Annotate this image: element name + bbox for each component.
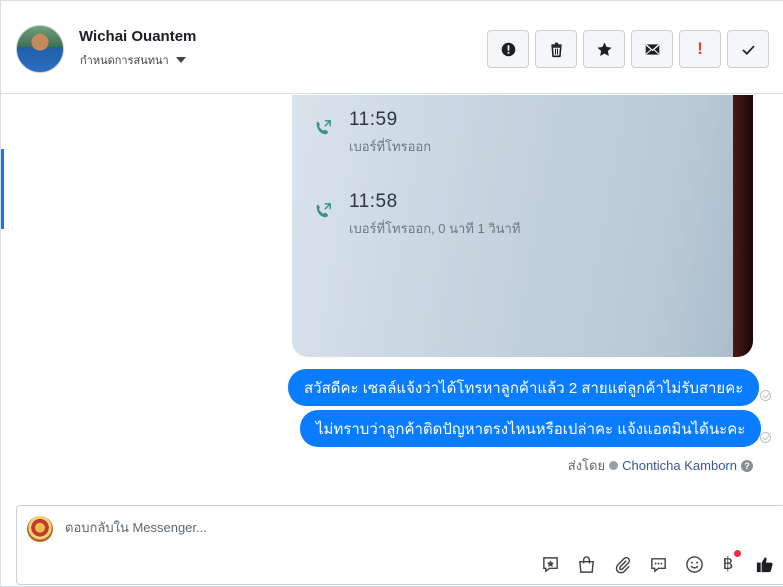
assign-conversation-label: กำหนดการสนทนา — [80, 55, 169, 67]
thumbs-up-icon — [756, 556, 773, 572]
mark-unread-button[interactable] — [631, 30, 673, 68]
star-icon — [596, 42, 612, 56]
outgoing-call-icon — [316, 203, 331, 218]
contact-name[interactable]: Wichai Ouantem — [79, 28, 196, 45]
caret-down-icon — [175, 57, 186, 63]
messenger-conversation: Wichai Ouantem กำหนดการสนทนา ! 11:59 เบอ… — [0, 0, 783, 587]
shop-button[interactable] — [575, 553, 597, 575]
assign-conversation-dropdown[interactable]: กำหนดการสนทนา — [80, 51, 186, 69]
envelope-icon — [645, 43, 659, 55]
paperclip-icon — [615, 556, 630, 573]
payment-button[interactable]: ฿ — [717, 550, 741, 575]
call-description: เบอร์ที่โทรออก, 0 นาที 1 วินาที — [349, 221, 521, 236]
send-like-button[interactable] — [753, 553, 775, 575]
call-time: 11:58 — [349, 191, 398, 212]
call-time: 11:59 — [349, 109, 398, 130]
scroll-indicator — [1, 149, 4, 229]
quick-reply-button[interactable] — [647, 553, 669, 575]
emoji-button[interactable] — [683, 553, 705, 575]
reply-input[interactable] — [65, 520, 665, 535]
photo-edge — [733, 95, 753, 357]
trash-icon — [550, 42, 562, 57]
sent-by-line: ส่งโดย Chonticha Kamborn ? — [568, 455, 753, 476]
mark-spam-button[interactable] — [487, 30, 529, 68]
conversation-header: Wichai Ouantem กำหนดการสนทนา ! — [1, 1, 783, 94]
verified-icon — [609, 461, 619, 470]
reply-composer: ฿ — [16, 505, 783, 585]
sent-by-prefix: ส่งโดย — [567, 458, 606, 473]
mark-done-button[interactable] — [727, 30, 769, 68]
alert-circle-icon — [501, 42, 515, 56]
attach-file-button[interactable] — [611, 553, 633, 575]
star-button[interactable] — [583, 30, 625, 68]
call-description: เบอร์ที่โทรออก — [349, 139, 432, 154]
shop-bag-icon — [578, 555, 594, 573]
exclamation-icon: ! — [697, 39, 703, 58]
message-bubble[interactable]: ไม่ทราบว่าลูกค้าติดปัญหาตรงไหนหรือเปล่าค… — [300, 410, 762, 447]
saved-replies-button[interactable] — [539, 553, 561, 575]
check-icon — [741, 45, 755, 55]
delete-button[interactable] — [535, 30, 577, 68]
mark-important-button[interactable]: ! — [679, 30, 721, 68]
contact-avatar[interactable] — [16, 25, 64, 73]
seen-status-icon — [760, 390, 771, 401]
page-avatar — [27, 516, 53, 542]
emoji-icon — [685, 555, 703, 573]
message-bubble[interactable]: สวัสดีคะ เซลล์แจ้งว่าได้โทรหาลูกค้าแล้ว … — [288, 369, 760, 406]
chat-bubble-icon — [650, 557, 666, 573]
message-photo-call-log[interactable]: 11:59 เบอร์ที่โทรออก 11:58 เบอร์ที่โทรออ… — [292, 95, 753, 357]
payment-baht-icon: ฿ — [722, 554, 734, 574]
saved-reply-icon — [542, 556, 558, 573]
help-icon[interactable]: ? — [741, 459, 753, 472]
notification-dot — [734, 550, 741, 557]
seen-status-icon — [760, 432, 771, 443]
outgoing-call-icon — [316, 120, 331, 135]
sender-name-link[interactable]: Chonticha Kamborn — [622, 458, 737, 473]
